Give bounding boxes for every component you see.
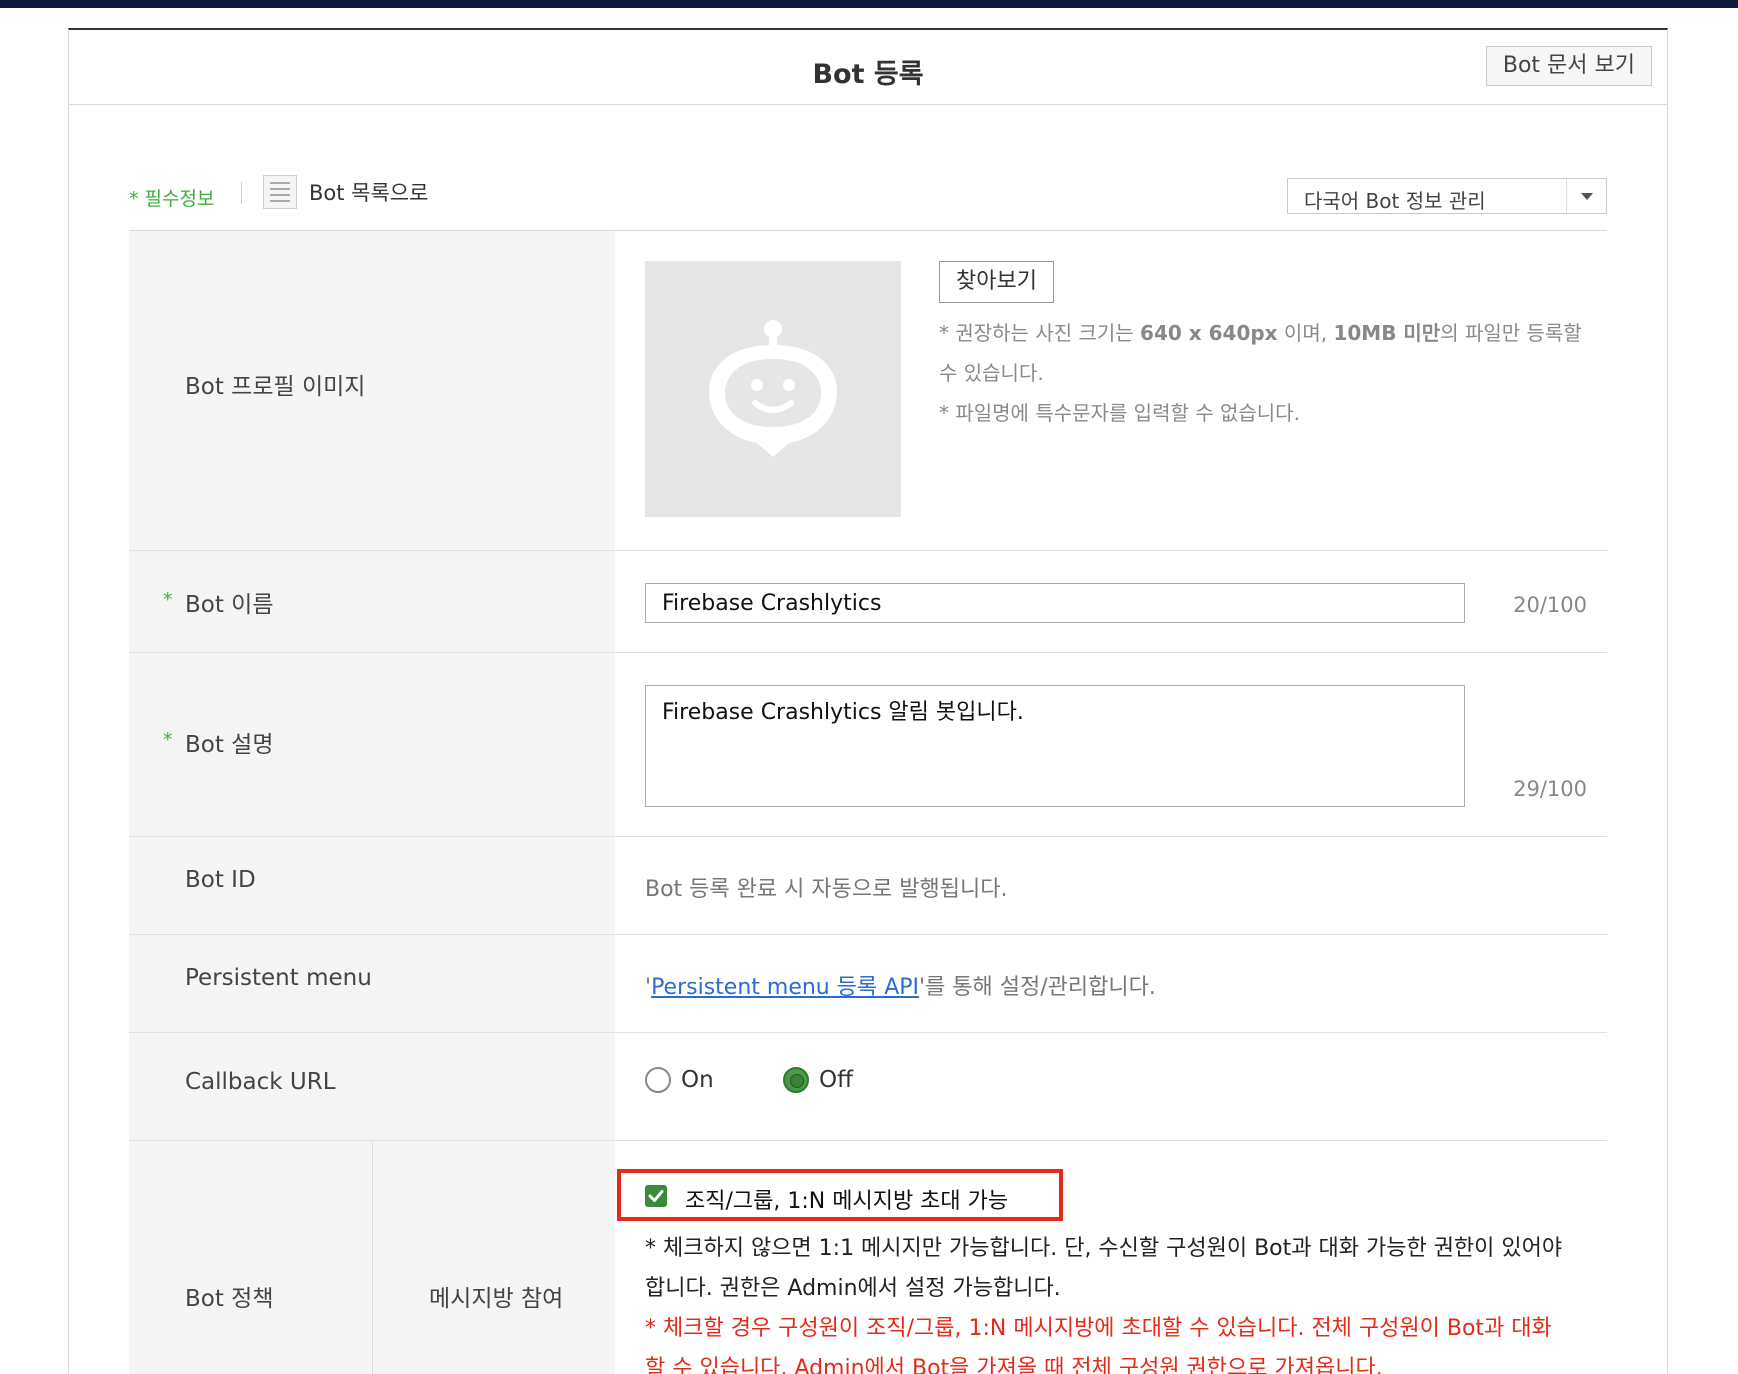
profile-image-label: Bot 프로필 이미지	[185, 374, 366, 400]
persistent-menu-api-link[interactable]: Persistent menu 등록 API	[651, 975, 919, 1000]
browse-button[interactable]: 찾아보기	[939, 261, 1054, 303]
callback-off-radio[interactable]: Off	[783, 1067, 853, 1093]
label-cell: Bot 프로필 이미지	[129, 231, 615, 550]
avatar-preview	[645, 261, 901, 517]
message-room-join-label: 메시지방 참여	[429, 1286, 564, 1312]
top-bar	[0, 0, 1738, 8]
persistent-menu-content: 'Persistent menu 등록 API'를 통해 설정/관리합니다.	[645, 935, 1607, 1032]
checked-notice: * 체크할 경우 구성원이 조직/그룹, 1:N 메시지방에 초대할 수 있습니…	[645, 1316, 1552, 1374]
radio-unchecked-icon	[645, 1067, 671, 1093]
bot-description-input[interactable]: Firebase Crashlytics 알림 봇입니다.	[645, 685, 1465, 807]
language-select[interactable]: 다국어 Bot 정보 관리	[1287, 178, 1607, 214]
form-toolbar: * 필수정보 Bot 목록으로 다국어 Bot 정보 관리	[129, 170, 1607, 220]
persistent-menu-text: 'Persistent menu 등록 API'를 통해 설정/관리합니다.	[645, 975, 1156, 1000]
list-icon	[263, 175, 297, 209]
callback-url-label: Callback URL	[185, 1069, 336, 1095]
label-cell: * Bot 설명	[129, 653, 615, 836]
required-star: *	[163, 589, 173, 611]
label-cell: Bot 정책	[129, 1141, 372, 1374]
required-star: *	[163, 729, 173, 751]
dropdown-toggle[interactable]	[1566, 179, 1606, 213]
language-select-value: 다국어 Bot 정보 관리	[1304, 189, 1486, 213]
image-size-hint: * 권장하는 사진 크기는 640 x 640px 이며, 10MB 미만의 파…	[939, 321, 1582, 385]
bot-id-label: Bot ID	[185, 867, 256, 893]
label-cell: Bot ID	[129, 837, 615, 934]
profile-image-content: 찾아보기 * 권장하는 사진 크기는 640 x 640px 이며, 10MB …	[645, 231, 1607, 550]
bot-list-label: Bot 목록으로	[309, 181, 429, 205]
row-bot-name: *Bot 이름 20/100	[129, 551, 1607, 653]
chevron-down-icon	[1581, 193, 1593, 200]
row-bot-id: Bot ID Bot 등록 완료 시 자동으로 발행됩니다.	[129, 837, 1607, 935]
page-title: Bot 등록	[812, 59, 924, 90]
toolbar-divider	[241, 182, 242, 204]
radio-checked-icon	[783, 1067, 809, 1093]
sub-label-cell: 메시지방 참여	[372, 1141, 615, 1374]
label-cell: Persistent menu	[129, 935, 615, 1032]
bot-description-content: Firebase Crashlytics 알림 봇입니다. 29/100	[645, 653, 1607, 836]
bot-id-value: Bot 등록 완료 시 자동으로 발행됩니다.	[645, 877, 1008, 902]
bot-name-counter: 20/100	[1513, 593, 1587, 617]
row-bot-policy: Bot 정책 메시지방 참여 조직/그룹, 1:N 메시지방 초대 가능 * 체…	[129, 1141, 1607, 1374]
row-callback-url: Callback URL On Off	[129, 1033, 1607, 1141]
required-info-label: * 필수정보	[129, 188, 215, 210]
bot-policy-content: 조직/그룹, 1:N 메시지방 초대 가능 * 체크하지 않으면 1:1 메시지…	[617, 1141, 1607, 1374]
row-persistent-menu: Persistent menu 'Persistent menu 등록 API'…	[129, 935, 1607, 1033]
bot-policy-label: Bot 정책	[185, 1286, 274, 1312]
callback-on-label: On	[681, 1067, 714, 1093]
bot-description-label: * Bot 설명	[163, 729, 274, 758]
bot-name-input[interactable]	[645, 583, 1465, 623]
bot-registration-panel: Bot 등록 Bot 문서 보기 * 필수정보 Bot 목록으로 다국어 Bot…	[68, 28, 1668, 1374]
callback-off-label: Off	[819, 1067, 853, 1093]
bot-description-counter: 29/100	[1513, 777, 1587, 801]
bot-avatar-icon	[709, 320, 837, 457]
group-invite-label: 조직/그룹, 1:N 메시지방 초대 가능	[685, 1189, 1009, 1214]
bot-docs-button[interactable]: Bot 문서 보기	[1485, 46, 1652, 86]
row-bot-description: * Bot 설명 Firebase Crashlytics 알림 봇입니다. 29…	[129, 653, 1607, 837]
row-profile-image: Bot 프로필 이미지 찾아보기 * 권장하는 사진 크기는 640 x 640…	[129, 231, 1607, 551]
filename-hint: * 파일명에 특수문자를 입력할 수 없습니다.	[939, 401, 1300, 425]
label-cell: Callback URL	[129, 1033, 615, 1140]
group-invite-checkbox[interactable]	[645, 1185, 667, 1207]
panel-header: Bot 등록 Bot 문서 보기	[69, 30, 1667, 105]
bot-name-label: * Bot 이름	[163, 589, 274, 618]
unchecked-notice: * 체크하지 않으면 1:1 메시지만 가능합니다. 단, 수신할 구성원이 B…	[645, 1236, 1563, 1301]
bot-id-content: Bot 등록 완료 시 자동으로 발행됩니다.	[645, 837, 1607, 934]
bot-list-button[interactable]: Bot 목록으로	[263, 170, 428, 214]
bot-name-content: 20/100	[645, 551, 1607, 652]
label-cell: * Bot 이름	[129, 551, 615, 652]
bot-form: Bot 프로필 이미지 찾아보기 * 권장하는 사진 크기는 640 x 640…	[129, 230, 1607, 1374]
callback-url-content: On Off	[645, 1033, 1607, 1140]
persistent-menu-label: Persistent menu	[185, 965, 372, 991]
checkmark-icon	[648, 1190, 664, 1202]
highlighted-checkbox-area: 조직/그룹, 1:N 메시지방 초대 가능	[617, 1169, 1063, 1221]
callback-on-radio[interactable]: On	[645, 1067, 714, 1093]
